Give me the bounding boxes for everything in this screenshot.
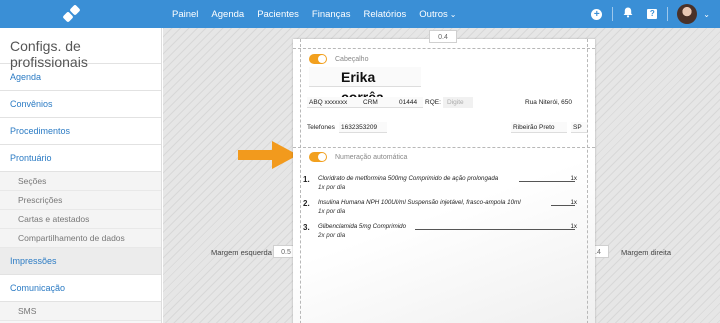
sidebar-item-impressoes[interactable]: Impressões — [0, 248, 161, 275]
prescription-name: Glibenclamida 5mg Comprimido — [318, 223, 407, 230]
sidebar-subitem-cartas[interactable]: Cartas e atestados — [0, 210, 161, 229]
header-toggle-label: Cabeçalho — [335, 56, 369, 63]
prescription-item: 3. Glibenclamida 5mg Comprimido 1x 2x po… — [303, 223, 583, 245]
prescription-leader-line — [415, 229, 575, 230]
prescription-number: 1. — [303, 175, 310, 184]
margin-right-label: Margem direita — [621, 248, 672, 257]
crm-label: CRM — [359, 97, 393, 108]
prescription-qty: 1x — [570, 223, 577, 230]
sidebar-title: Configs. de profissionais — [0, 28, 161, 70]
nav-financas[interactable]: Finanças — [312, 9, 351, 20]
prescription-qty: 1x — [570, 175, 577, 182]
plus-icon[interactable]: + — [591, 8, 603, 20]
nav-relatorios[interactable]: Relatórios — [363, 9, 406, 20]
crm-field[interactable]: 01444 — [393, 97, 423, 108]
header-divider — [293, 147, 595, 148]
nav-outros-label: Outros — [419, 8, 448, 20]
nav-outros[interactable]: Outros ⌄ — [419, 9, 456, 20]
prescription-number: 3. — [303, 223, 310, 232]
print-layout-editor: Margem esquerda 0.5 0.4 Margem direita 0… — [163, 28, 720, 323]
rqe-input[interactable]: Digite — [443, 97, 473, 108]
prescription-qty: 1x — [570, 199, 577, 206]
sidebar-subitem-secoes[interactable]: Seções — [0, 172, 161, 191]
margin-guide-left[interactable] — [300, 39, 301, 323]
margin-left-label: Margem esquerda — [211, 248, 272, 257]
sidebar-item-procedimentos[interactable]: Procedimentos — [0, 118, 161, 145]
navbar-actions: + ? ⌄ — [584, 0, 720, 28]
sidebar: Configs. de profissionais Agenda Convêni… — [0, 28, 162, 323]
bell-icon[interactable] — [623, 7, 633, 21]
sidebar-subitem-prescricoes[interactable]: Prescrições — [0, 191, 161, 210]
rqe-label: RQE: — [425, 99, 441, 106]
nav-agenda[interactable]: Agenda — [211, 9, 244, 20]
margin-guide-top[interactable] — [293, 48, 595, 49]
chevron-down-icon: ⌄ — [449, 9, 457, 19]
app-logo[interactable] — [62, 4, 82, 24]
prescription-dose: 1x por dia — [318, 184, 346, 191]
address-field[interactable]: Rua Niterói, 650 — [525, 97, 572, 108]
prescription-name: Insulina Humana NPH 100UI/ml Suspensão i… — [318, 199, 521, 206]
abq-field[interactable]: ABQ xxxxxxx — [307, 97, 359, 108]
nav-pacientes[interactable]: Pacientes — [257, 9, 299, 20]
sidebar-item-prontuario[interactable]: Prontuário — [0, 145, 161, 172]
state-field[interactable]: SP — [571, 122, 587, 133]
avatar[interactable] — [677, 4, 698, 24]
phone-field[interactable]: 1632353209 — [339, 122, 387, 133]
sidebar-item-convenios[interactable]: Convênios — [0, 91, 161, 118]
arrow-pointer-icon — [238, 141, 298, 169]
top-navbar: Painel Agenda Pacientes Finanças Relatór… — [0, 0, 720, 28]
margin-top-input[interactable]: 0.4 — [429, 30, 457, 43]
sidebar-item-comunicacao[interactable]: Comunicação — [0, 275, 161, 302]
sidebar-subitem-sms[interactable]: SMS — [0, 302, 161, 321]
prescription-leader-line — [519, 181, 575, 182]
prescription-dose: 2x por dia — [318, 232, 346, 239]
numbering-toggle-label: Numeração automática — [335, 154, 408, 161]
city-field[interactable]: Ribeirão Preto — [511, 122, 567, 133]
divider — [667, 7, 669, 21]
divider — [612, 7, 614, 21]
header-toggle[interactable] — [309, 54, 327, 64]
prescription-item: 2. Insulina Humana NPH 100UI/ml Suspensã… — [303, 199, 583, 221]
numbering-toggle[interactable] — [309, 152, 327, 162]
nav-painel[interactable]: Painel — [172, 9, 198, 20]
doctor-name-field[interactable]: Erika corrêa — [309, 67, 421, 105]
margin-guide-right[interactable] — [587, 39, 588, 323]
prescription-dose: 1x por dia — [318, 208, 346, 215]
prescription-name: Cloridrato de metformina 500mg Comprimid… — [318, 175, 499, 182]
prescription-item: 1. Cloridrato de metformina 500mg Compri… — [303, 175, 583, 197]
sidebar-subitem-compartilhamento[interactable]: Compartilhamento de dados — [0, 229, 161, 248]
prescription-number: 2. — [303, 199, 310, 208]
help-icon[interactable]: ? — [647, 9, 658, 19]
paper-preview: 0.4 Cabeçalho Erika corrêa ABQ xxxxxxx C… — [293, 30, 595, 323]
phone-label: Telefones — [307, 124, 335, 131]
main-nav: Painel Agenda Pacientes Finanças Relatór… — [172, 0, 469, 28]
chevron-down-icon[interactable]: ⌄ — [703, 10, 710, 19]
